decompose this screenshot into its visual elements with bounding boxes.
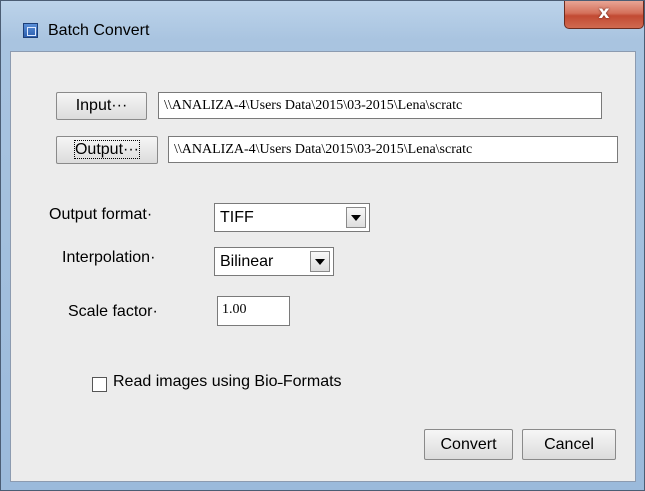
convert-button-label: Convert	[440, 436, 497, 453]
cancel-button-label: Cancel	[544, 436, 594, 453]
chevron-down-icon[interactable]	[346, 207, 366, 228]
output-button-label: Output···	[73, 140, 141, 159]
scale-factor-input[interactable]: 1.00	[217, 296, 290, 326]
output-button[interactable]: Output···	[56, 136, 158, 164]
window-title: Batch Convert	[48, 22, 150, 39]
input-path-field[interactable]: \\ANALIZA-4\Users Data\2015\03-2015\Lena…	[158, 92, 602, 119]
app-icon	[23, 23, 38, 38]
interpolation-label: Interpolation·	[62, 249, 156, 266]
title-bar[interactable]: Batch Convert x	[1, 1, 644, 51]
close-button[interactable]: x	[564, 1, 644, 29]
output-format-value: TIFF	[220, 209, 254, 226]
scale-factor-label: Scale factor·	[68, 303, 158, 320]
bioformats-checkbox[interactable]	[92, 377, 107, 392]
close-icon: x	[598, 3, 610, 23]
output-format-label: Output format·	[49, 206, 153, 223]
output-format-select[interactable]: TIFF	[214, 203, 370, 232]
bioformats-label[interactable]: Read images using Bio˗Formats	[113, 373, 342, 391]
interpolation-select[interactable]: Bilinear	[214, 247, 334, 276]
cancel-button[interactable]: Cancel	[522, 429, 616, 460]
chevron-down-icon[interactable]	[310, 251, 330, 272]
input-button-label: Input···	[75, 97, 128, 114]
batch-convert-window: Batch Convert x Input··· \\ANALIZA-4\Use…	[0, 0, 645, 491]
interpolation-value: Bilinear	[220, 253, 274, 270]
dialog-body: Input··· \\ANALIZA-4\Users Data\2015\03-…	[10, 51, 636, 482]
convert-button[interactable]: Convert	[424, 429, 513, 460]
output-path-field[interactable]: \\ANALIZA-4\Users Data\2015\03-2015\Lena…	[168, 136, 618, 163]
input-button[interactable]: Input···	[56, 92, 147, 120]
